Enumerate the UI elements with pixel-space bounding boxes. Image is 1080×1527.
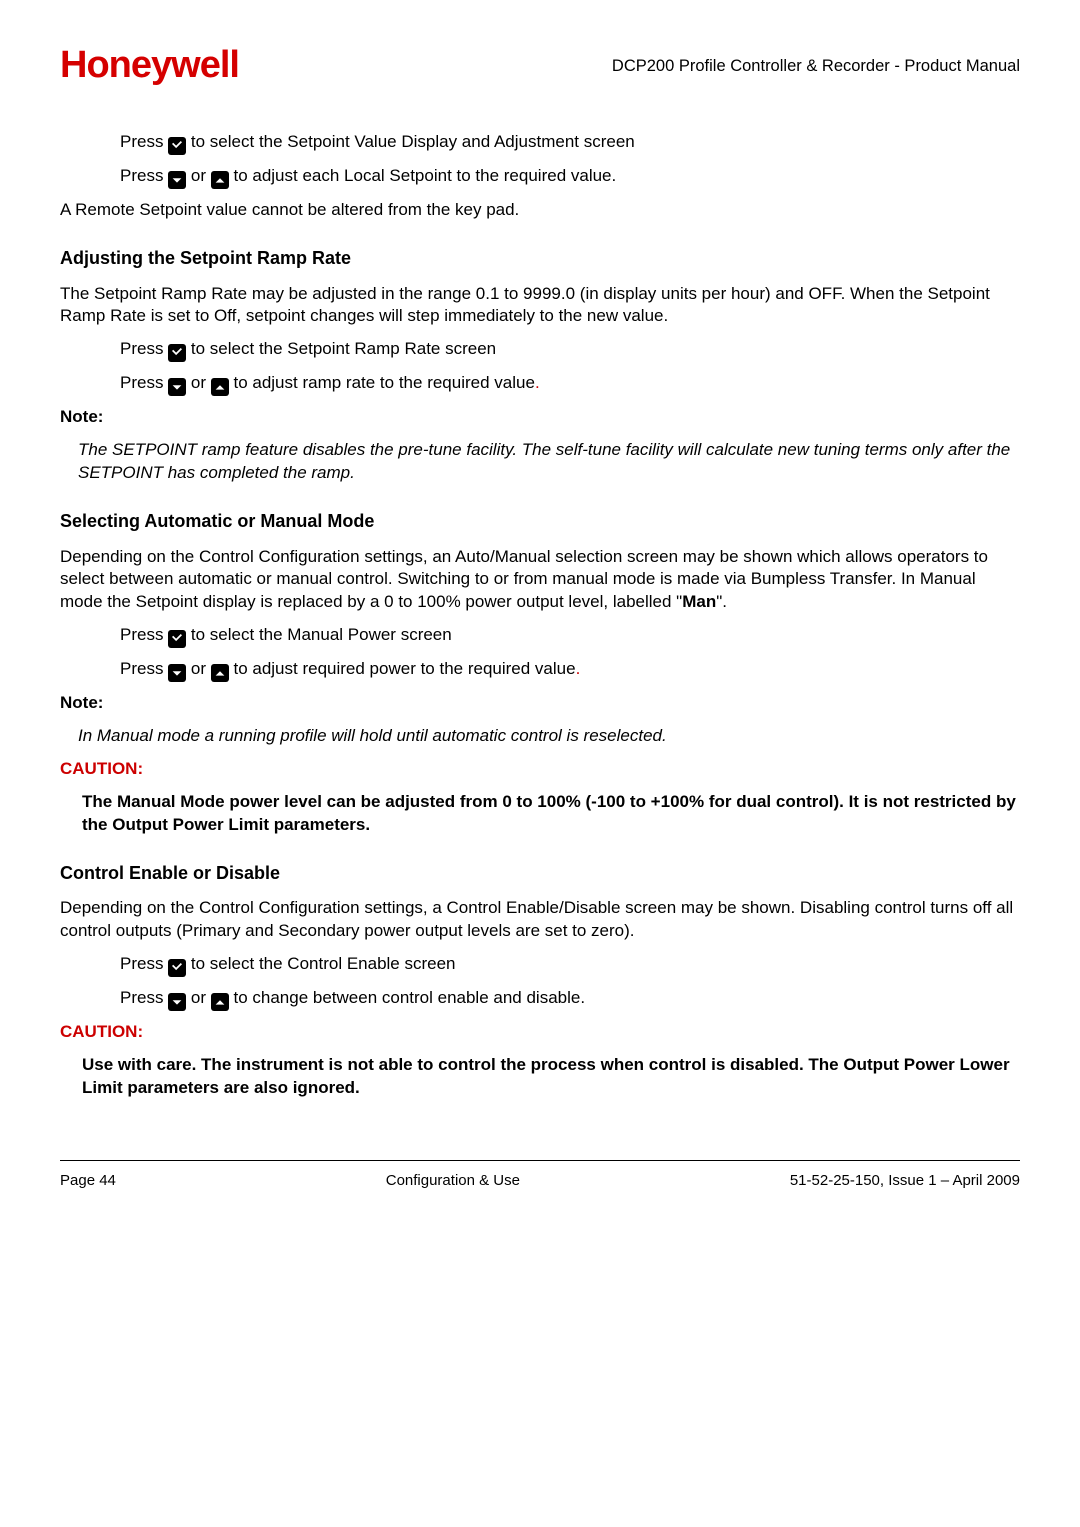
- instruction-line: Press to select the Setpoint Ramp Rate s…: [120, 338, 1020, 362]
- text: Press: [120, 339, 168, 358]
- instruction-line: Press or to change between control enabl…: [120, 987, 1020, 1011]
- text: to adjust each Local Setpoint to the req…: [229, 166, 616, 185]
- instruction-line: Press to select the Control Enable scree…: [120, 953, 1020, 977]
- text: to change between control enable and dis…: [229, 988, 585, 1007]
- caution-label: CAUTION:: [60, 758, 1020, 781]
- text: or: [186, 373, 211, 392]
- text: ".: [716, 592, 727, 611]
- text: Press: [120, 166, 168, 185]
- up-key-icon: [211, 993, 229, 1011]
- up-key-icon: [211, 171, 229, 189]
- footer-center: Configuration & Use: [386, 1171, 520, 1191]
- menu-key-icon: [168, 137, 186, 155]
- heading-auto-manual: Selecting Automatic or Manual Mode: [60, 509, 1020, 533]
- instruction-line: Press or to adjust required power to the…: [120, 658, 1020, 682]
- text: Press: [120, 954, 168, 973]
- instruction-line: Press or to adjust each Local Setpoint t…: [120, 165, 1020, 189]
- body-text: Depending on the Control Configuration s…: [60, 546, 1020, 615]
- instruction-line: Press to select the Manual Power screen: [120, 624, 1020, 648]
- text: to select the Control Enable screen: [186, 954, 455, 973]
- text: to adjust required power to the required…: [229, 659, 576, 678]
- page-footer: Page 44 Configuration & Use 51-52-25-150…: [60, 1171, 1020, 1191]
- body-text: A Remote Setpoint value cannot be altere…: [60, 199, 1020, 222]
- text: .: [535, 373, 540, 392]
- doc-title: DCP200 Profile Controller & Recorder - P…: [612, 55, 1020, 77]
- text: to select the Manual Power screen: [186, 625, 452, 644]
- instruction-line: Press to select the Setpoint Value Displ…: [120, 131, 1020, 155]
- text: or: [186, 988, 211, 1007]
- text: Press: [120, 659, 168, 678]
- up-key-icon: [211, 378, 229, 396]
- menu-key-icon: [168, 630, 186, 648]
- text: .: [576, 659, 581, 678]
- caution-body: Use with care. The instrument is not abl…: [82, 1054, 1020, 1100]
- body-text: Depending on the Control Configuration s…: [60, 897, 1020, 943]
- text: or: [186, 166, 211, 185]
- note-label: Note:: [60, 406, 1020, 429]
- footer-divider: [60, 1160, 1020, 1161]
- text: Depending on the Control Configuration s…: [60, 547, 988, 612]
- text: Press: [120, 132, 168, 151]
- footer-right: 51-52-25-150, Issue 1 – April 2009: [790, 1171, 1020, 1191]
- down-key-icon: [168, 664, 186, 682]
- text: or: [186, 659, 211, 678]
- heading-control-enable: Control Enable or Disable: [60, 861, 1020, 885]
- logo: Honeywell: [60, 40, 239, 91]
- body-text: The Setpoint Ramp Rate may be adjusted i…: [60, 283, 1020, 329]
- text: Press: [120, 625, 168, 644]
- note-body: In Manual mode a running profile will ho…: [78, 725, 1020, 748]
- text: to adjust ramp rate to the required valu…: [229, 373, 535, 392]
- footer-left: Page 44: [60, 1171, 116, 1191]
- caution-body: The Manual Mode power level can be adjus…: [82, 791, 1020, 837]
- menu-key-icon: [168, 344, 186, 362]
- text: Press: [120, 988, 168, 1007]
- down-key-icon: [168, 171, 186, 189]
- menu-key-icon: [168, 959, 186, 977]
- text: to select the Setpoint Value Display and…: [186, 132, 635, 151]
- caution-label: CAUTION:: [60, 1021, 1020, 1044]
- down-key-icon: [168, 378, 186, 396]
- page-header: Honeywell DCP200 Profile Controller & Re…: [60, 40, 1020, 91]
- instruction-line: Press or to adjust ramp rate to the requ…: [120, 372, 1020, 396]
- note-label: Note:: [60, 692, 1020, 715]
- text-bold: Man: [682, 592, 716, 611]
- heading-ramp-rate: Adjusting the Setpoint Ramp Rate: [60, 246, 1020, 270]
- down-key-icon: [168, 993, 186, 1011]
- text: Press: [120, 373, 168, 392]
- note-body: The SETPOINT ramp feature disables the p…: [78, 439, 1020, 485]
- text: to select the Setpoint Ramp Rate screen: [186, 339, 496, 358]
- up-key-icon: [211, 664, 229, 682]
